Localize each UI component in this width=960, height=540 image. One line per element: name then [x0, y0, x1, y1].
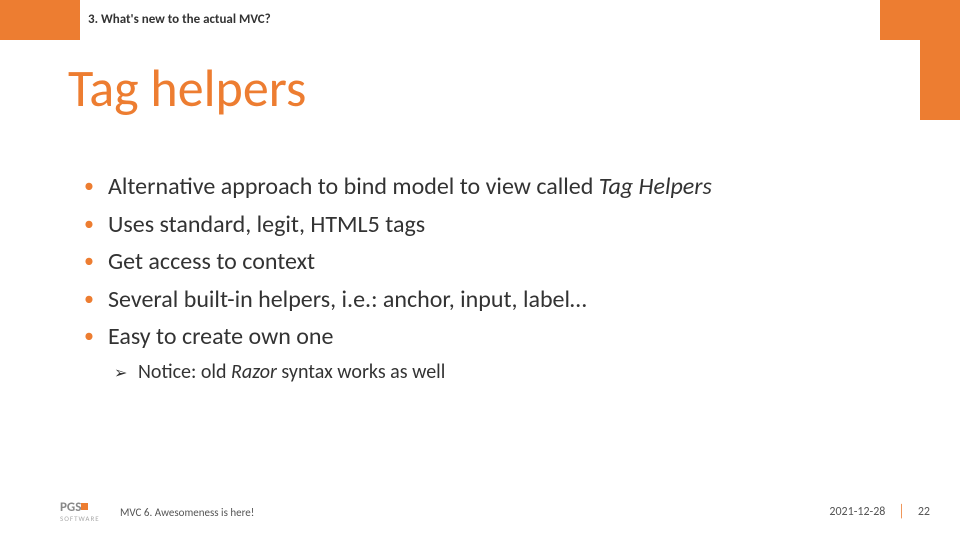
logo-square-icon	[81, 503, 88, 510]
sub-text: Notice: old	[138, 360, 231, 384]
logo: PGS SOFTWARE	[60, 501, 100, 522]
section-label: 3. What's new to the actual MVC?	[88, 12, 271, 27]
list-item: Uses standard, legit, HTML5 tags	[78, 208, 900, 242]
bullet-text: Alternative approach to bind model to vi…	[108, 172, 599, 201]
logo-subtext: SOFTWARE	[60, 515, 100, 522]
sub-text: syntax works as well	[277, 360, 445, 384]
sub-text-emphasis: Razor	[231, 360, 277, 384]
footer-date: 2021-12-28	[829, 505, 885, 519]
decoration-top-right-b	[920, 40, 960, 120]
sub-list-item: Notice: old Razor syntax works as well	[78, 360, 900, 384]
list-item: Several built-in helpers, i.e.: anchor, …	[78, 283, 900, 317]
footer: PGS SOFTWARE MVC 6. Awesomeness is here!…	[0, 498, 960, 522]
list-item: Alternative approach to bind model to vi…	[78, 170, 900, 204]
content-area: Alternative approach to bind model to vi…	[78, 170, 900, 384]
logo-text: PGS	[60, 500, 81, 515]
footer-page-number: 22	[918, 505, 930, 519]
footer-meta: 2021-12-28 │ 22	[829, 502, 930, 519]
decoration-top-right-a	[880, 0, 960, 40]
footer-tagline: MVC 6. Awesomeness is here!	[120, 506, 254, 519]
list-item: Easy to create own one	[78, 320, 900, 354]
decoration-top-left	[0, 0, 80, 40]
list-item: Get access to context	[78, 245, 900, 279]
bullet-text-emphasis: Tag Helpers	[599, 172, 712, 201]
separator-icon: │	[898, 502, 905, 519]
slide: 3. What's new to the actual MVC? Tag hel…	[0, 0, 960, 540]
page-title: Tag helpers	[68, 56, 306, 120]
